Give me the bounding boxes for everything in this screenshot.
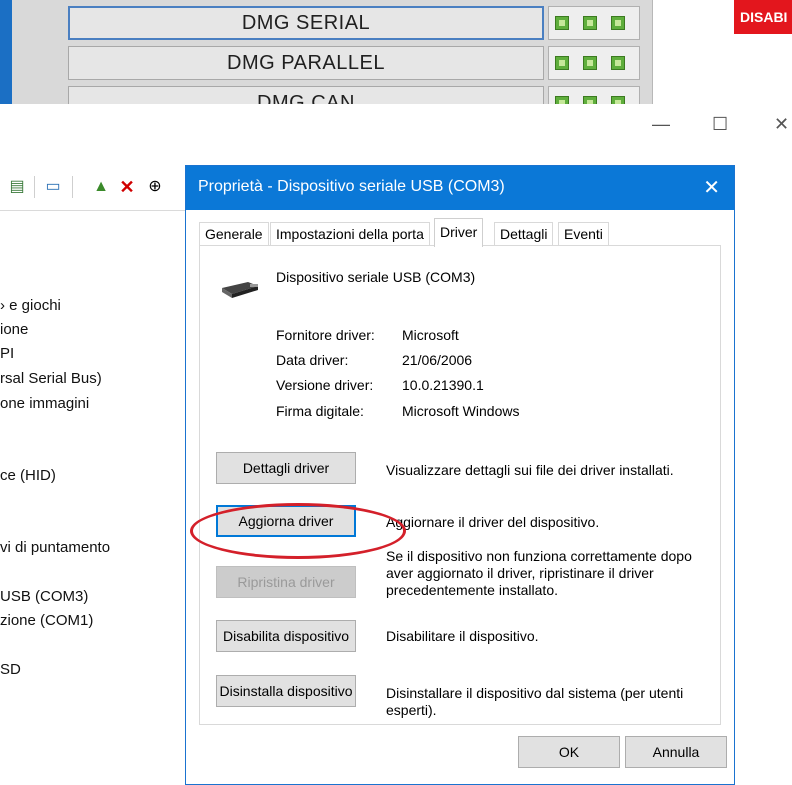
status-leds [548,86,640,104]
toolbar-separator [34,176,35,198]
highlight-circle [190,503,406,559]
disable-device-button[interactable]: Disabilita dispositivo [216,620,356,652]
driver-version-label: Versione driver: [276,377,374,393]
tree-item[interactable]: SD [0,661,21,678]
tree-item[interactable]: USB (COM3) [0,588,88,605]
driver-provider-value: Microsoft [402,327,459,343]
driver-date-value: 21/06/2006 [402,352,473,368]
digital-signature-label: Firma digitale: [276,403,364,419]
uninstall-icon[interactable]: ✕ [118,178,136,196]
status-leds [548,6,640,40]
tab-impostazioni-porta[interactable]: Impostazioni della porta [270,222,430,246]
dmg-parallel-button[interactable]: DMG PARALLEL [68,46,544,80]
digital-signature-value: Microsoft Windows [402,403,520,419]
cancel-button[interactable]: Annulla [625,736,727,768]
led-icon [611,16,625,30]
dialog-title-bar: Proprietà - Dispositivo seriale USB (COM… [186,166,734,210]
driver-details-button[interactable]: Dettagli driver [216,452,356,484]
tab-generale[interactable]: Generale [199,222,269,246]
properties-dialog: Proprietà - Dispositivo seriale USB (COM… [185,165,735,785]
led-icon [583,96,597,104]
close-button[interactable]: ✕ [774,114,789,135]
ok-button[interactable]: OK [518,736,620,768]
tree-item[interactable]: rsal Serial Bus) [0,370,102,387]
background-app: DMG SERIAL DMG PARALLEL DMG CAN DISABI [0,0,792,104]
driver-provider-label: Fornitore driver: [276,327,375,343]
tab-driver[interactable]: Driver [434,218,484,247]
properties-icon[interactable]: ▤ [8,178,26,196]
usb-serial-device-icon [222,282,258,298]
app-side-bar [0,0,12,104]
dialog-close-button[interactable]: ✕ [703,175,720,200]
tree-item[interactable]: ce (HID) [0,467,56,484]
led-icon [611,56,625,70]
tree-item[interactable]: ione [0,321,28,338]
monitor-icon[interactable]: ▭ [44,178,62,196]
update-driver-description: Aggiornare il driver del dispositivo. [386,514,600,530]
rollback-driver-button[interactable]: Ripristina driver [216,566,356,598]
led-icon [583,56,597,70]
driver-version-value: 10.0.21390.1 [402,377,484,393]
led-icon [583,16,597,30]
divider [652,0,653,104]
led-icon [611,96,625,104]
driver-details-description: Visualizzare dettagli sui file dei drive… [386,462,674,478]
device-name: Dispositivo seriale USB (COM3) [276,269,476,285]
tab-eventi[interactable]: Eventi [558,222,609,246]
uninstall-device-description: Disinstallare il dispositivo dal sistema… [386,685,684,718]
status-leds [548,46,640,80]
dialog-title: Proprietà - Dispositivo seriale USB (COM… [198,178,505,195]
divider [0,210,186,211]
uninstall-device-button[interactable]: Disinstalla dispositivo [216,675,356,707]
tree-item[interactable]: PI [0,345,14,362]
dmg-serial-button[interactable]: DMG SERIAL [68,6,544,40]
download-icon[interactable]: ⊕ [146,178,164,196]
led-icon [555,96,569,104]
rollback-driver-description: Se il dispositivo non funziona correttam… [386,548,692,598]
tree-item[interactable]: vi di puntamento [0,539,110,556]
tree-item[interactable]: zione (COM1) [0,612,93,629]
tree-item[interactable]: › e giochi [0,297,61,314]
device-manager-toolbar: ▤ ▭ ▲ ✕ ⊕ [0,168,186,208]
led-icon [555,16,569,30]
maximize-button[interactable]: ☐ [712,114,728,135]
led-icon [555,56,569,70]
tab-dettagli[interactable]: Dettagli [494,222,554,246]
dmg-can-button[interactable]: DMG CAN [68,86,544,104]
driver-panel: Dispositivo seriale USB (COM3) Fornitore… [199,245,721,725]
disable-device-description: Disabilitare il dispositivo. [386,628,539,644]
minimize-button[interactable]: — [652,114,670,135]
driver-date-label: Data driver: [276,352,349,368]
update-driver-icon[interactable]: ▲ [92,178,110,196]
status-badge: DISABI [734,0,792,34]
toolbar-separator [72,176,73,198]
tree-item[interactable]: one immagini [0,395,89,412]
